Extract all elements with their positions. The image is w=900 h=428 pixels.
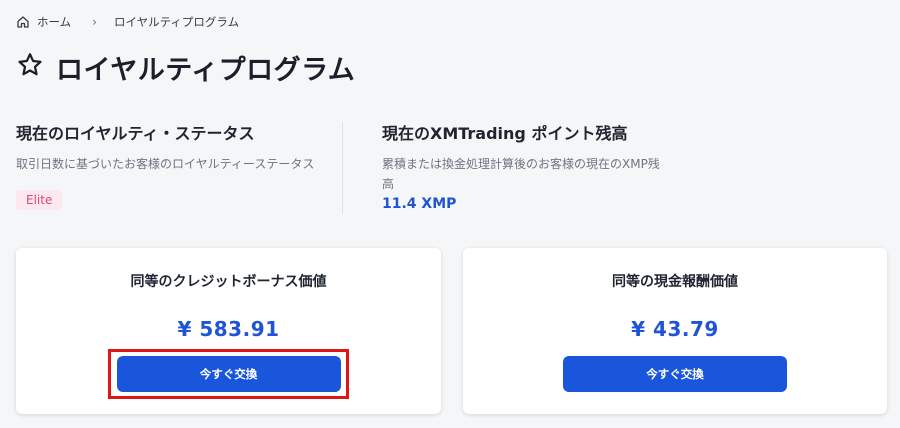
home-icon[interactable] xyxy=(16,15,30,29)
points-balance-description: 累積または換金処理計算後のお客様の現在のXMP残 高 xyxy=(382,154,702,194)
page-header: ロイヤルティプログラム xyxy=(16,44,355,90)
loyalty-program-page: ホーム › ロイヤルティプログラム ロイヤルティプログラム 現在のロイヤルティ・… xyxy=(0,0,900,428)
star-icon xyxy=(16,51,44,83)
section-divider xyxy=(342,122,343,214)
loyalty-status-description: 取引日数に基づいたお客様のロイヤルティーステータス xyxy=(16,157,315,171)
breadcrumb: ホーム › ロイヤルティプログラム xyxy=(16,12,239,32)
cash-reward-card: 同等の現金報酬価値 ¥ 43.79 今すぐ交換 xyxy=(463,248,887,414)
points-balance-section: 現在のXMTrading ポイント残高 累積または換金処理計算後のお客様の現在の… xyxy=(382,120,702,212)
points-balance-title: 現在のXMTrading ポイント残高 xyxy=(382,124,628,143)
status-badge: Elite xyxy=(16,190,63,210)
points-balance-description-line1: 累積または換金処理計算後のお客様の現在のXMP残 xyxy=(382,157,660,171)
breadcrumb-current: ロイヤルティプログラム xyxy=(113,15,240,29)
chevron-right-icon: › xyxy=(92,15,97,29)
page-title: ロイヤルティプログラム xyxy=(56,54,356,86)
credit-bonus-card: 同等のクレジットボーナス価値 ¥ 583.91 今すぐ交換 xyxy=(16,248,441,414)
credit-bonus-label: 同等のクレジットボーナス価値 xyxy=(130,274,327,290)
exchange-credit-bonus-button[interactable]: 今すぐ交換 xyxy=(116,356,341,392)
exchange-cash-reward-button[interactable]: 今すぐ交換 xyxy=(563,356,787,392)
points-balance-value: 11.4 XMP xyxy=(382,196,457,212)
credit-bonus-value: ¥ 583.91 xyxy=(177,317,280,341)
points-balance-description-line2: 高 xyxy=(382,177,395,191)
cash-reward-label: 同等の現金報酬価値 xyxy=(612,274,738,290)
cash-reward-value: ¥ 43.79 xyxy=(631,317,719,341)
loyalty-status-section: 現在のロイヤルティ・ステータス 取引日数に基づいたお客様のロイヤルティーステータ… xyxy=(16,120,336,210)
breadcrumb-home-link[interactable]: ホーム xyxy=(37,14,71,30)
loyalty-status-title: 現在のロイヤルティ・ステータス xyxy=(16,124,255,143)
